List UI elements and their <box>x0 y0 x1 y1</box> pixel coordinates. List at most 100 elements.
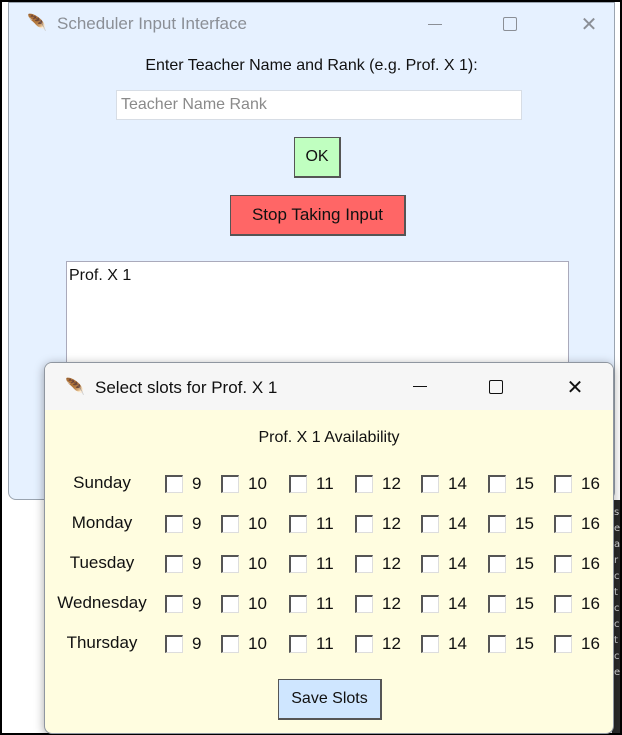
slot-checkbox[interactable] <box>488 635 506 653</box>
slot-checkbox-item[interactable]: 12 <box>355 514 401 534</box>
slot-checkbox-item[interactable]: 12 <box>355 474 401 494</box>
save-slots-button[interactable]: Save Slots <box>278 679 382 720</box>
day-label: Thursday <box>66 633 138 652</box>
slot-checkbox[interactable] <box>421 555 439 573</box>
slot-checkbox-item[interactable]: 9 <box>165 554 201 574</box>
slot-checkbox-item[interactable]: 12 <box>355 634 401 654</box>
slot-label: 9 <box>192 474 202 493</box>
slot-checkbox-item[interactable]: 16 <box>554 594 600 614</box>
slot-checkbox[interactable] <box>221 595 239 613</box>
slot-checkbox-item[interactable]: 9 <box>165 514 201 534</box>
maximize-button[interactable] <box>480 3 540 45</box>
slot-checkbox-item[interactable]: 10 <box>221 554 267 574</box>
slot-checkbox[interactable] <box>421 635 439 653</box>
minimize-icon <box>413 386 427 387</box>
slot-checkbox-item[interactable]: 14 <box>421 554 467 574</box>
slot-checkbox-item[interactable]: 10 <box>221 594 267 614</box>
prompt-label: Enter Teacher Name and Rank (e.g. Prof. … <box>145 57 478 74</box>
slot-checkbox-item[interactable]: 11 <box>289 594 334 614</box>
slot-checkbox[interactable] <box>221 475 239 493</box>
minimize-button[interactable] <box>405 3 465 45</box>
slot-checkbox[interactable] <box>165 475 183 493</box>
availability-header: Prof. X 1 Availability <box>258 429 400 446</box>
slot-checkbox[interactable] <box>289 555 307 573</box>
slot-checkbox[interactable] <box>488 475 506 493</box>
slot-checkbox-item[interactable]: 15 <box>488 634 534 654</box>
slot-checkbox[interactable] <box>554 475 572 493</box>
slot-checkbox[interactable] <box>289 475 307 493</box>
slot-checkbox[interactable] <box>289 595 307 613</box>
slot-checkbox-item[interactable]: 10 <box>221 634 267 654</box>
slot-checkbox-item[interactable]: 16 <box>554 514 600 534</box>
slot-checkbox-item[interactable]: 15 <box>488 514 534 534</box>
ok-button[interactable]: OK <box>294 137 341 178</box>
slot-label: 11 <box>316 514 334 533</box>
slot-label: 10 <box>248 474 267 493</box>
slot-checkbox[interactable] <box>421 595 439 613</box>
dialog-maximize-button[interactable] <box>466 363 526 410</box>
slot-checkbox[interactable] <box>165 595 183 613</box>
slot-checkbox[interactable] <box>165 555 183 573</box>
teacher-name-input[interactable] <box>116 90 522 120</box>
slot-checkbox[interactable] <box>421 515 439 533</box>
slot-checkbox-item[interactable]: 12 <box>355 554 401 574</box>
slot-checkbox-item[interactable]: 15 <box>488 594 534 614</box>
close-button[interactable]: ✕ <box>559 3 619 45</box>
slot-checkbox[interactable] <box>221 635 239 653</box>
slot-checkbox[interactable] <box>355 515 373 533</box>
slot-checkbox-item[interactable]: 14 <box>421 634 467 654</box>
list-item[interactable]: Prof. X 1 <box>69 267 566 285</box>
slot-checkbox[interactable] <box>554 555 572 573</box>
slot-checkbox-item[interactable]: 11 <box>289 474 334 494</box>
dialog-titlebar[interactable]: 🪶 Select slots for Prof. X 1 ✕ <box>45 363 613 410</box>
slot-checkbox[interactable] <box>221 555 239 573</box>
slot-checkbox-item[interactable]: 9 <box>165 634 201 654</box>
slot-label: 10 <box>248 554 267 573</box>
slot-label: 9 <box>192 634 202 653</box>
slot-checkbox-item[interactable]: 11 <box>289 634 334 654</box>
slot-checkbox[interactable] <box>488 555 506 573</box>
slot-checkbox[interactable] <box>554 635 572 653</box>
slot-checkbox[interactable] <box>355 635 373 653</box>
slot-checkbox-item[interactable]: 16 <box>554 554 600 574</box>
slot-selection-dialog: 🪶 Select slots for Prof. X 1 ✕ Prof. X 1… <box>44 362 614 734</box>
slot-checkbox[interactable] <box>289 515 307 533</box>
slot-checkbox[interactable] <box>488 515 506 533</box>
slot-checkbox-item[interactable]: 11 <box>289 514 334 534</box>
slot-checkbox[interactable] <box>355 595 373 613</box>
day-row: Thursday 9 10 11 12 14 15 16 <box>45 628 613 658</box>
slot-checkbox[interactable] <box>221 515 239 533</box>
slot-checkbox[interactable] <box>289 635 307 653</box>
slot-checkbox[interactable] <box>165 515 183 533</box>
slot-checkbox[interactable] <box>355 475 373 493</box>
slot-checkbox-item[interactable]: 14 <box>421 514 467 534</box>
slot-checkbox-item[interactable]: 10 <box>221 514 267 534</box>
stop-taking-input-button[interactable]: Stop Taking Input <box>230 195 406 236</box>
slot-checkbox-item[interactable]: 15 <box>488 474 534 494</box>
slot-checkbox-item[interactable]: 12 <box>355 594 401 614</box>
slot-label: 14 <box>448 554 467 573</box>
slot-checkbox[interactable] <box>421 475 439 493</box>
slot-label: 12 <box>382 474 401 493</box>
slot-checkbox-item[interactable]: 16 <box>554 474 600 494</box>
slot-checkbox-item[interactable]: 11 <box>289 554 334 574</box>
slot-checkbox-item[interactable]: 14 <box>421 474 467 494</box>
slot-checkbox-item[interactable]: 9 <box>165 594 201 614</box>
slot-checkbox[interactable] <box>488 595 506 613</box>
slot-checkbox[interactable] <box>165 635 183 653</box>
slot-checkbox-item[interactable]: 10 <box>221 474 267 494</box>
slot-checkbox[interactable] <box>554 515 572 533</box>
slot-checkbox-item[interactable]: 16 <box>554 634 600 654</box>
day-row: Monday 9 10 11 12 14 15 16 <box>45 508 613 538</box>
slot-checkbox-item[interactable]: 15 <box>488 554 534 574</box>
slot-checkbox[interactable] <box>355 555 373 573</box>
slot-checkbox[interactable] <box>554 595 572 613</box>
dialog-minimize-button[interactable] <box>390 363 450 410</box>
feather-icon: 🪶 <box>65 377 85 396</box>
slot-label: 10 <box>248 634 267 653</box>
teacher-listbox[interactable]: Prof. X 1 <box>66 261 569 371</box>
main-titlebar[interactable]: 🪶 Scheduler Input Interface ✕ <box>9 3 614 45</box>
dialog-close-button[interactable]: ✕ <box>545 363 605 410</box>
slot-checkbox-item[interactable]: 14 <box>421 594 467 614</box>
slot-checkbox-item[interactable]: 9 <box>165 474 201 494</box>
